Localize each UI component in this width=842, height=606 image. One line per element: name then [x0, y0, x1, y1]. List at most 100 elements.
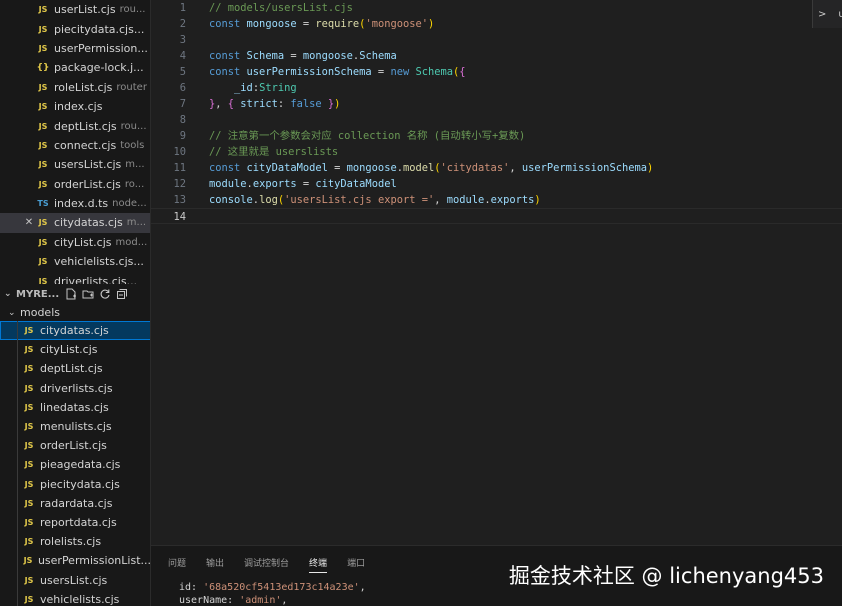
file-tree-item[interactable]: JS rolelists.cjs: [0, 532, 150, 552]
file-name[interactable]: reportdata.cjs: [40, 516, 117, 529]
code-text[interactable]: // 注意第一个参数会对应 collection 名称 (自动转小写+复数): [209, 128, 525, 144]
code-line[interactable]: 14: [151, 208, 842, 224]
file-name[interactable]: vehiclelists.cjs...: [54, 255, 144, 268]
file-name[interactable]: orderList.cjs: [54, 178, 121, 191]
file-name[interactable]: orderList.cjs: [40, 439, 107, 452]
code-line[interactable]: 2 const mongoose = require('mongoose'): [151, 16, 842, 32]
open-editor-item[interactable]: ✕JSindex.cjs: [0, 97, 150, 116]
workspace-title[interactable]: MYRE...: [16, 289, 59, 300]
code-line[interactable]: 13 console.log('usersList.cjs export =', …: [151, 192, 842, 208]
refresh-icon[interactable]: [99, 288, 111, 300]
file-name[interactable]: driverlists.cjs...: [54, 275, 137, 284]
code-text[interactable]: const userPermissionSchema = new Schema(…: [209, 64, 466, 80]
open-editor-item[interactable]: ✕JSroleList.cjsrouter: [0, 78, 150, 97]
file-tree-item[interactable]: JS reportdata.cjs: [0, 512, 150, 533]
code-text[interactable]: _id:String: [209, 80, 297, 96]
file-tree-item[interactable]: JS orderList.cjs: [0, 436, 150, 456]
code-line[interactable]: 4 const Schema = mongoose.Schema: [151, 48, 842, 64]
collapse-all-icon[interactable]: [116, 288, 128, 300]
file-name[interactable]: connect.cjs: [54, 139, 116, 152]
open-editor-item[interactable]: ✕JSdriverlists.cjs...: [0, 271, 150, 284]
open-editor-item[interactable]: ✕JSuserList.cjsrou...: [0, 0, 150, 19]
code-text[interactable]: module.exports = cityDataModel: [209, 176, 397, 192]
code-line[interactable]: 10 // 这里就是 userslists: [151, 144, 842, 160]
code-text[interactable]: const Schema = mongoose.Schema: [209, 48, 397, 64]
file-name[interactable]: usersList.cjs: [40, 574, 107, 587]
code-text[interactable]: const mongoose = require('mongoose'): [209, 16, 434, 32]
code-line[interactable]: 7}, { strict: false }): [151, 96, 842, 112]
file-name[interactable]: package-lock.j...: [54, 61, 144, 74]
explorer-header[interactable]: ⌄ MYRE...: [0, 284, 150, 304]
file-name[interactable]: deptList.cjs: [54, 120, 117, 133]
code-line[interactable]: 9 // 注意第一个参数会对应 collection 名称 (自动转小写+复数): [151, 128, 842, 144]
open-editor-item[interactable]: ✕TSindex.d.tsnode...: [0, 194, 150, 213]
code-editor[interactable]: 1 // models/usersList.cjs 2 const mongoose …: [151, 0, 842, 545]
code-line[interactable]: 11 const cityDataModel = mongoose.model('…: [151, 160, 842, 176]
file-name[interactable]: index.d.ts: [54, 197, 108, 210]
file-tree-item[interactable]: JS driverlists.cjs: [0, 378, 150, 398]
code-line[interactable]: 8: [151, 112, 842, 128]
new-folder-icon[interactable]: [82, 288, 94, 300]
breadcrumb-overflow-button[interactable]: > u: [812, 0, 842, 28]
file-name[interactable]: citydatas.cjs: [40, 324, 109, 337]
open-editor-item[interactable]: ✕JSusersList.cjsm...: [0, 155, 150, 174]
file-name[interactable]: cityList.cjs: [54, 236, 112, 249]
open-editor-item[interactable]: ✕ JS citydatas.cjs m...: [0, 213, 150, 233]
file-name[interactable]: citydatas.cjs: [54, 216, 123, 229]
open-editor-item[interactable]: ✕JSorderList.cjsro...: [0, 175, 150, 194]
panel-tab[interactable]: 调试控制台: [244, 556, 289, 573]
panel-tab[interactable]: 输出: [206, 556, 224, 573]
chevron-right-icon[interactable]: >: [818, 9, 826, 20]
file-tree-item[interactable]: JS radardata.cjs: [0, 493, 150, 514]
open-editor-item[interactable]: ✕JSvehiclelists.cjs...: [0, 252, 150, 271]
file-tree-item[interactable]: JS userPermissionList...: [0, 551, 150, 571]
open-editor-item[interactable]: ✕JScityList.cjsmod...: [0, 233, 150, 252]
file-name[interactable]: index.cjs: [54, 100, 102, 113]
file-name[interactable]: radardata.cjs: [40, 497, 112, 510]
file-name[interactable]: deptList.cjs: [40, 362, 103, 375]
new-file-icon[interactable]: [65, 288, 77, 300]
open-editor-item[interactable]: ✕JSconnect.cjstools: [0, 136, 150, 155]
folder-label[interactable]: models: [20, 306, 60, 319]
code-text[interactable]: // models/usersList.cjs: [209, 0, 353, 16]
file-name[interactable]: driverlists.cjs: [40, 382, 113, 395]
file-tree-item[interactable]: JS usersList.cjs: [0, 570, 150, 590]
chevron-down-icon[interactable]: ⌄: [8, 308, 20, 318]
file-name[interactable]: rolelists.cjs: [40, 535, 101, 548]
open-editor-item[interactable]: ✕JSdeptList.cjsrou...: [0, 116, 150, 135]
chevron-down-icon[interactable]: ⌄: [4, 289, 16, 299]
code-text[interactable]: console.log('usersList.cjs export =', mo…: [209, 192, 541, 208]
file-name[interactable]: piecitydata.cjs...: [54, 23, 144, 36]
open-editor-item[interactable]: ✕{}package-lock.j...: [0, 58, 150, 77]
code-text[interactable]: }, { strict: false }): [209, 96, 340, 112]
code-line[interactable]: 1 // models/usersList.cjs: [151, 0, 842, 16]
open-editor-item[interactable]: ✕JSuserPermission...: [0, 39, 150, 58]
file-name[interactable]: userPermission...: [54, 42, 148, 55]
file-name[interactable]: pieagedata.cjs: [40, 458, 120, 471]
file-name[interactable]: userList.cjs: [54, 3, 116, 16]
file-tree-item[interactable]: JS linedatas.cjs: [0, 397, 150, 418]
file-tree-item[interactable]: JS vehiclelists.cjs: [0, 589, 150, 606]
file-name[interactable]: linedatas.cjs: [40, 401, 109, 414]
file-tree-item[interactable]: JS pieagedata.cjs: [0, 455, 150, 475]
open-editor-item[interactable]: ✕JSpiecitydata.cjs...: [0, 19, 150, 38]
file-tree-item[interactable]: JS citydatas.cjs: [0, 321, 150, 341]
code-line[interactable]: 3: [151, 32, 842, 48]
file-tree-item[interactable]: JS menulists.cjs: [0, 416, 150, 437]
panel-tab[interactable]: 终端: [309, 556, 328, 573]
file-name[interactable]: cityList.cjs: [40, 343, 98, 356]
file-tree-item[interactable]: JS piecitydata.cjs: [0, 474, 150, 494]
file-tree-item[interactable]: JS deptList.cjs: [0, 359, 150, 379]
file-name[interactable]: userPermissionList...: [38, 554, 150, 567]
code-text[interactable]: const cityDataModel = mongoose.model('ci…: [209, 160, 653, 176]
code-text[interactable]: // 这里就是 userslists: [209, 144, 338, 160]
file-name[interactable]: vehiclelists.cjs: [40, 593, 119, 606]
close-icon[interactable]: ✕: [22, 217, 36, 228]
code-line[interactable]: 5 const userPermissionSchema = new Schema…: [151, 64, 842, 80]
code-line[interactable]: 12 module.exports = cityDataModel: [151, 176, 842, 192]
file-tree-item[interactable]: JS cityList.cjs: [0, 340, 150, 360]
file-name[interactable]: menulists.cjs: [40, 420, 112, 433]
folder-models[interactable]: ⌄ models: [0, 303, 150, 322]
panel-tab[interactable]: 问题: [168, 556, 186, 573]
file-name[interactable]: usersList.cjs: [54, 158, 121, 171]
